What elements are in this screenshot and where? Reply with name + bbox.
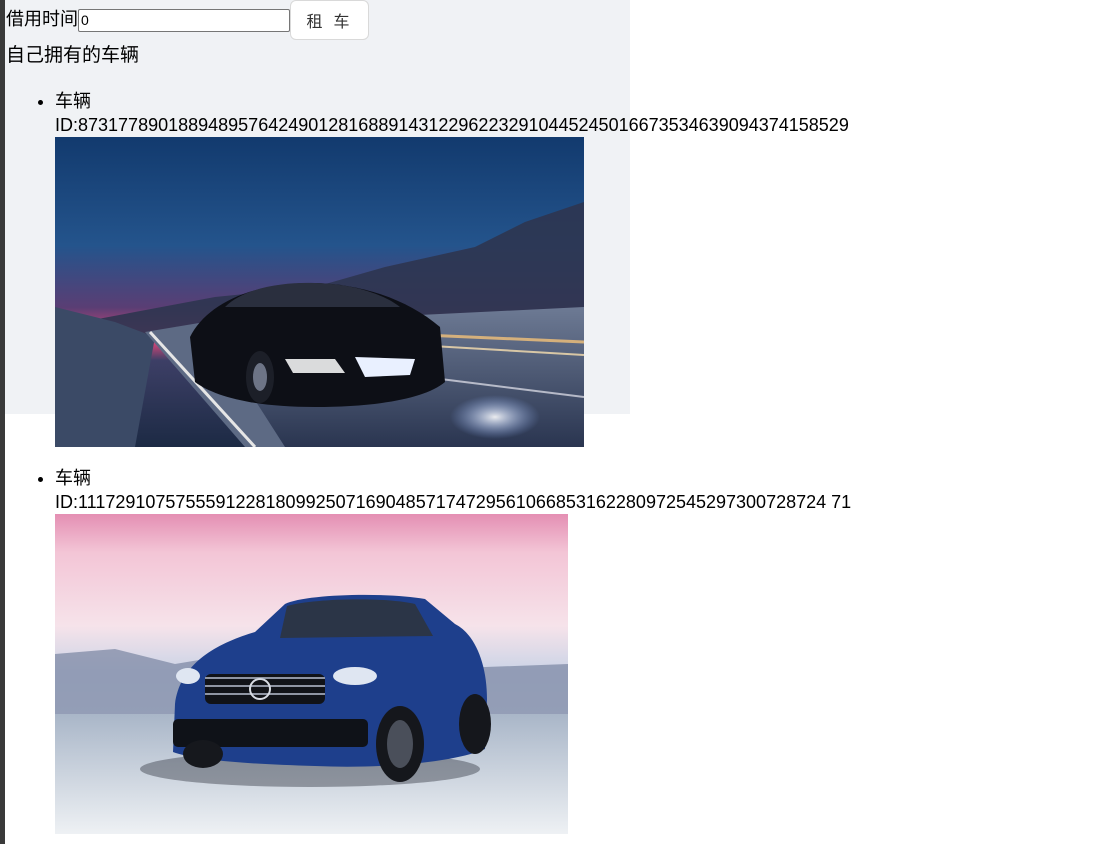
owned-vehicles-list: 车辆 ID:8731778901889489576424901281688914… [6, 88, 1106, 834]
rent-duration-input[interactable] [78, 8, 290, 32]
vehicle-label: 车辆 [55, 468, 91, 489]
rent-form: 借用时间 租 车 [6, 0, 1106, 40]
vehicle-image-black-sedan [55, 137, 584, 447]
vehicle-id: ID:8731778901889489576424901281688914312… [55, 115, 849, 135]
vehicle-id: ID:1117291075755591228180992507169048571… [55, 492, 852, 512]
page-content: 借用时间 租 车 自己拥有的车辆 车辆 ID:87317789018894895… [6, 0, 1106, 852]
rent-duration-label: 借用时间 [6, 9, 78, 30]
vehicle-item: 车辆 ID:1117291075755591228180992507169048… [55, 465, 1106, 834]
rent-car-button[interactable]: 租 车 [290, 0, 369, 40]
vehicle-label: 车辆 [55, 91, 91, 112]
vehicle-image-blue-suv [55, 514, 568, 834]
owned-vehicles-title: 自己拥有的车辆 [6, 44, 140, 66]
vehicle-item: 车辆 ID:8731778901889489576424901281688914… [55, 88, 1106, 447]
